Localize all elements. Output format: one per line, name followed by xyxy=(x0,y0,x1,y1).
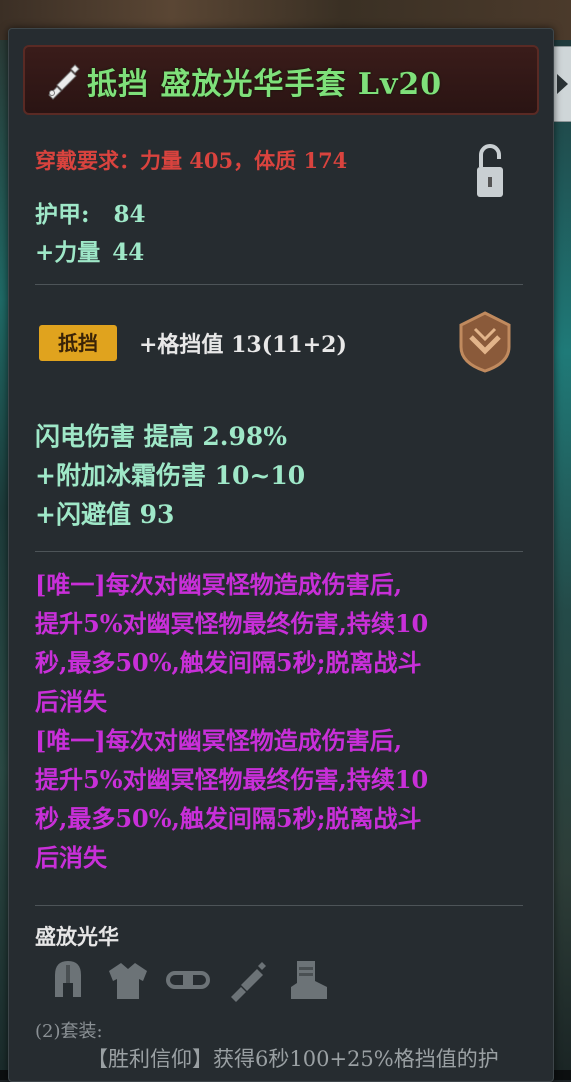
unique-effect-1: [唯一]每次对幽冥怪物造成伤害后, 提升5%对幽冥怪物最终伤害,持续10 秒,最… xyxy=(35,570,429,716)
block-value-line: +格挡值 13(11+2) xyxy=(139,332,347,358)
set-name: 盛放光华 xyxy=(35,924,119,949)
set-bonus-label: (2)套装: xyxy=(35,1021,103,1042)
divider xyxy=(35,284,523,285)
magic-stat-2: +附加冰霜伤害 10~10 xyxy=(35,461,306,490)
magic-stat-1: 闪电伤害 提高 2.98% xyxy=(35,422,288,451)
set-bonus-text: 【胜利信仰】获得6秒100+25%格挡值的护 xyxy=(87,1047,499,1071)
divider xyxy=(35,905,523,906)
equip-requirement: 穿戴要求：力量 405，体质 174 xyxy=(35,148,348,173)
armor-label: 护甲: xyxy=(35,201,90,228)
arrow-right-icon xyxy=(557,74,568,94)
block-badge: 抵挡 xyxy=(39,325,117,361)
item-title: 抵挡 盛放光华手套 Lv20 xyxy=(87,67,443,102)
helmet-icon[interactable] xyxy=(45,957,91,1003)
armor-icon[interactable] xyxy=(105,957,151,1003)
item-title-bar: 抵挡 盛放光华手套 Lv20 xyxy=(23,45,539,115)
shield-emblem-icon xyxy=(459,311,511,373)
boots-icon[interactable] xyxy=(285,957,331,1003)
armor-stat: 护甲: 84 xyxy=(35,195,146,229)
set-pieces xyxy=(45,957,331,1007)
belt-icon[interactable] xyxy=(165,957,211,1003)
unique-effect-2: [唯一]每次对幽冥怪物造成伤害后, 提升5%对幽冥怪物最终伤害,持续10 秒,最… xyxy=(35,726,429,872)
gloves-icon xyxy=(48,64,80,100)
lock-icon[interactable] xyxy=(475,143,505,201)
item-tooltip-panel: 抵挡 盛放光华手套 Lv20 穿戴要求：力量 405，体质 174 护甲: 84 … xyxy=(8,28,554,1082)
magic-stat-3: +闪避值 93 xyxy=(35,500,175,529)
armor-value: 84 xyxy=(113,201,146,228)
strength-value: 44 xyxy=(112,239,145,266)
divider xyxy=(35,551,523,552)
strength-label: +力量 xyxy=(35,239,101,266)
gloves-icon[interactable] xyxy=(225,957,271,1003)
strength-stat: +力量 44 xyxy=(35,233,144,267)
